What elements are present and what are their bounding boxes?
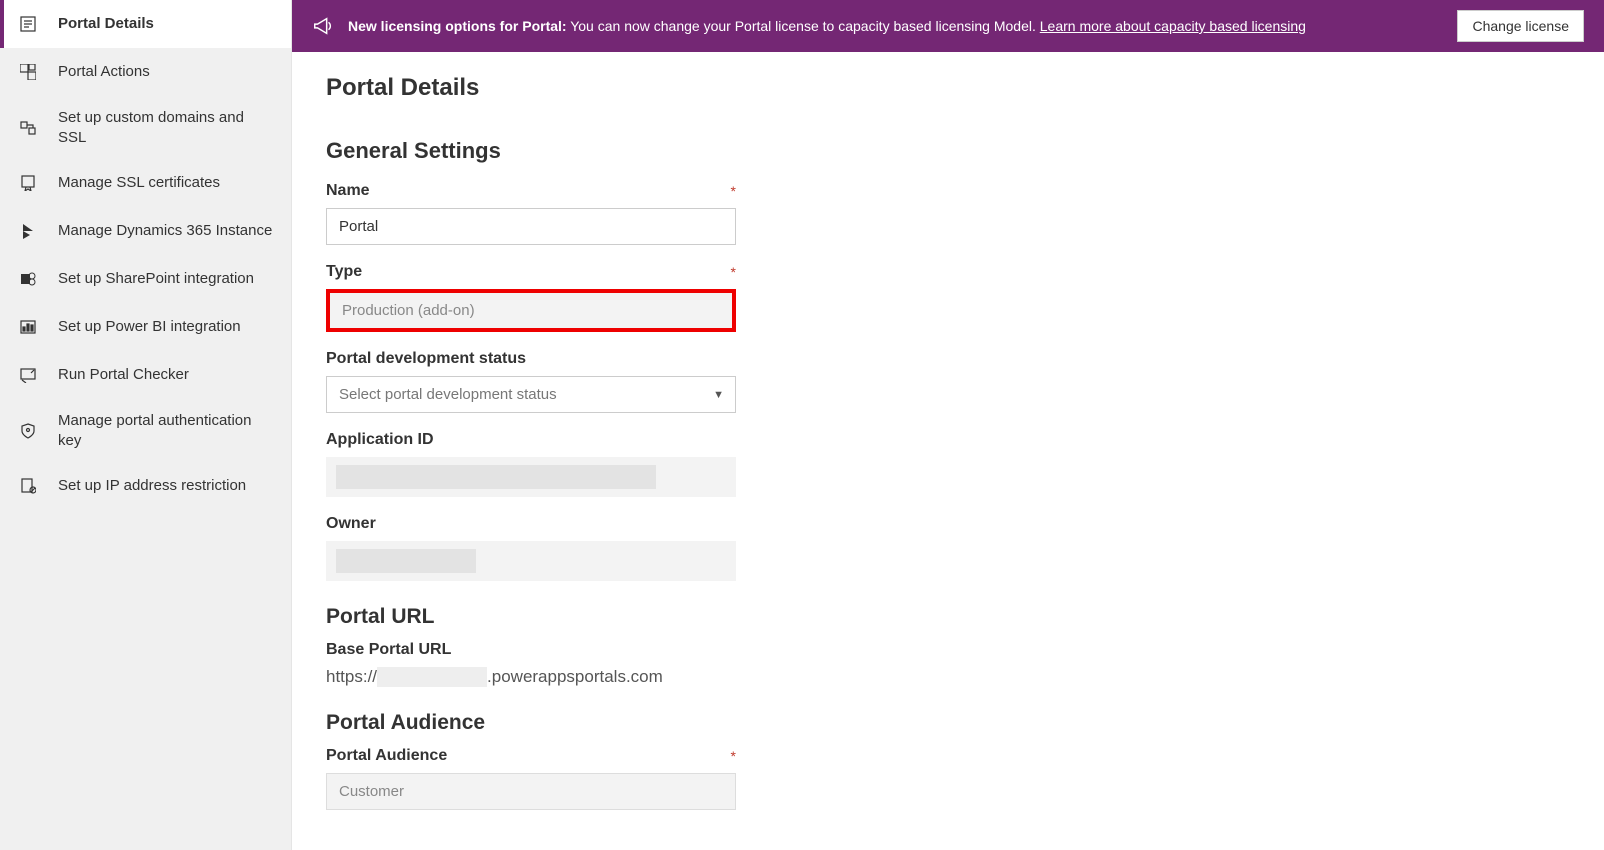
sidebar-item-ssl-certificates[interactable]: Manage SSL certificates: [0, 159, 291, 207]
sidebar-item-auth-key[interactable]: Manage portal authentication key: [0, 399, 291, 462]
base-url-field: Base Portal URL https:// .powerappsporta…: [326, 641, 736, 687]
name-input[interactable]: [326, 208, 736, 245]
dynamics-icon: [18, 221, 38, 241]
banner-bold: New licensing options for Portal:: [348, 18, 567, 34]
type-label: Type: [326, 263, 362, 281]
portal-url-heading: Portal URL: [326, 605, 1570, 629]
details-icon: [18, 14, 38, 34]
owner-label: Owner: [326, 515, 376, 533]
owner-field: Owner: [326, 515, 736, 581]
checker-icon: [18, 365, 38, 385]
sidebar-item-label: Set up SharePoint integration: [58, 269, 254, 289]
ip-restriction-icon: [18, 476, 38, 496]
sidebar-item-label: Manage SSL certificates: [58, 173, 220, 193]
audience-field: Portal Audience *: [326, 747, 736, 810]
name-field: Name *: [326, 182, 736, 245]
base-url-value: https:// .powerappsportals.com: [326, 667, 736, 687]
application-id-label: Application ID: [326, 431, 434, 449]
portal-audience-heading: Portal Audience: [326, 711, 1570, 735]
owner-value: [326, 541, 736, 581]
certificate-icon: [18, 173, 38, 193]
general-settings-heading: General Settings: [326, 138, 1570, 164]
banner-body: You can now change your Portal license t…: [567, 18, 1040, 34]
megaphone-icon: [312, 15, 334, 37]
powerbi-icon: [18, 317, 38, 337]
required-marker: *: [731, 183, 736, 199]
sidebar-item-ip-restriction[interactable]: Set up IP address restriction: [0, 462, 291, 510]
type-field: Type *: [326, 263, 736, 332]
app-root: Portal Details Portal Actions Set up cus…: [0, 0, 1604, 850]
page-title: Portal Details: [326, 74, 1570, 102]
banner-text: New licensing options for Portal: You ca…: [348, 18, 1443, 34]
dev-status-label: Portal development status: [326, 350, 526, 368]
content: Portal Details General Settings Name * T…: [292, 52, 1604, 850]
sidebar-item-powerbi[interactable]: Set up Power BI integration: [0, 303, 291, 351]
application-id-field: Application ID: [326, 431, 736, 497]
name-label: Name: [326, 182, 370, 200]
change-license-button[interactable]: Change license: [1457, 10, 1584, 42]
actions-icon: [18, 62, 38, 82]
globe-link-icon: [18, 118, 38, 138]
sidebar-item-portal-checker[interactable]: Run Portal Checker: [0, 351, 291, 399]
sidebar-item-label: Set up Power BI integration: [58, 317, 241, 337]
sidebar-item-custom-domains[interactable]: Set up custom domains and SSL: [0, 96, 291, 159]
sidebar-item-label: Run Portal Checker: [58, 365, 189, 385]
licensing-banner: New licensing options for Portal: You ca…: [292, 0, 1604, 52]
base-url-label: Base Portal URL: [326, 641, 451, 659]
sidebar-item-dynamics-instance[interactable]: Manage Dynamics 365 Instance: [0, 207, 291, 255]
sidebar-item-label: Portal Actions: [58, 62, 150, 82]
sidebar-item-label: Set up custom domains and SSL: [58, 108, 273, 147]
required-marker: *: [731, 264, 736, 280]
sidebar-item-portal-actions[interactable]: Portal Actions: [0, 48, 291, 96]
dev-status-select[interactable]: Select portal development status: [326, 376, 736, 413]
url-suffix: .powerappsportals.com: [487, 667, 663, 687]
application-id-value: [326, 457, 736, 497]
sidebar-item-portal-details[interactable]: Portal Details: [0, 0, 291, 48]
sidebar: Portal Details Portal Actions Set up cus…: [0, 0, 292, 850]
sidebar-item-label: Portal Details: [58, 14, 154, 34]
audience-label: Portal Audience: [326, 747, 447, 765]
sidebar-item-label: Manage portal authentication key: [58, 411, 273, 450]
sharepoint-icon: [18, 269, 38, 289]
required-marker: *: [731, 748, 736, 764]
url-redacted: [377, 667, 487, 687]
sidebar-item-sharepoint[interactable]: Set up SharePoint integration: [0, 255, 291, 303]
url-prefix: https://: [326, 667, 377, 687]
type-input: [326, 289, 736, 332]
dev-status-field: Portal development status Select portal …: [326, 350, 736, 413]
main: New licensing options for Portal: You ca…: [292, 0, 1604, 850]
shield-key-icon: [18, 421, 38, 441]
sidebar-item-label: Set up IP address restriction: [58, 476, 246, 496]
banner-link[interactable]: Learn more about capacity based licensin…: [1040, 18, 1306, 34]
sidebar-item-label: Manage Dynamics 365 Instance: [58, 221, 272, 241]
audience-input: [326, 773, 736, 810]
